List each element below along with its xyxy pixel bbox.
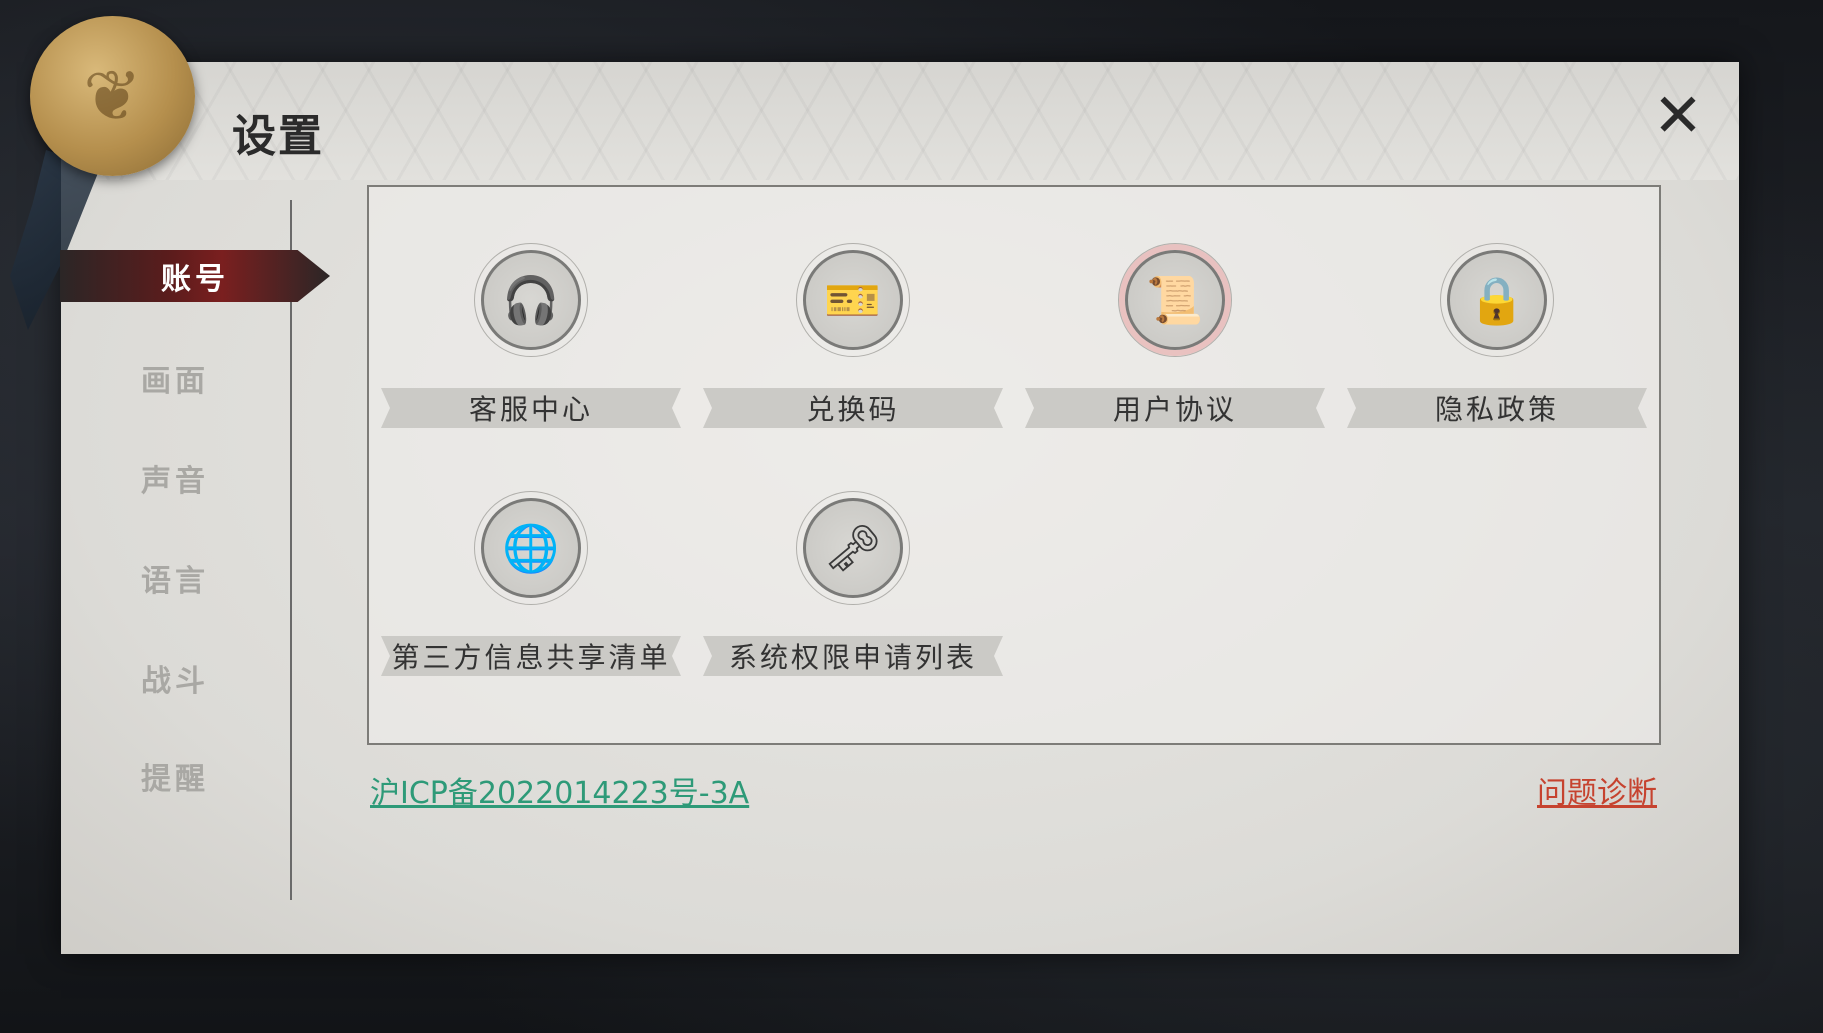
sidebar-item-battle[interactable]: 战斗 [60,652,290,704]
phone-lock-icon: 🔒 [1440,243,1554,357]
sidebar-item-sound[interactable]: 声音 [60,452,290,504]
page-title: 设置 [232,111,324,162]
sidebar-divider [290,200,292,900]
sidebar-item-language[interactable]: 语言 [60,552,290,604]
globe-icon: 🌐 [474,491,588,605]
sidebar-item-account[interactable]: 账号 [60,250,330,302]
key-icon: 🗝 [796,491,910,605]
close-icon[interactable]: ✕ [1650,86,1706,146]
tile-third-party-sharing[interactable]: 🌐 第三方信息共享清单 [381,491,681,698]
tile-label: 兑换码 [703,388,1003,428]
tile-label: 客服中心 [381,388,681,428]
wax-seal-icon [30,16,195,176]
tile-user-agreement[interactable]: 📜 用户协议 [1025,243,1325,450]
headset-icon: 🎧 [474,243,588,357]
icp-license-link[interactable]: 沪ICP备2022014223号-3A [370,768,749,812]
tile-label: 用户协议 [1025,388,1325,428]
sidebar-item-reminder[interactable]: 提醒 [60,750,290,802]
ticket-icon: 🎫 [796,243,910,357]
tile-label: 系统权限申请列表 [703,636,1003,676]
certificate-icon: 📜 [1118,243,1232,357]
tile-system-permissions[interactable]: 🗝 系统权限申请列表 [703,491,1003,698]
tile-redeem-code[interactable]: 🎫 兑换码 [703,243,1003,450]
tile-privacy-policy[interactable]: 🔒 隐私政策 [1347,243,1647,450]
tile-customer-service[interactable]: 🎧 客服中心 [381,243,681,450]
tile-label: 第三方信息共享清单 [381,636,681,676]
tile-label: 隐私政策 [1347,388,1647,428]
sidebar-item-display[interactable]: 画面 [60,352,290,404]
diagnose-link[interactable]: 问题诊断 [1537,768,1657,812]
